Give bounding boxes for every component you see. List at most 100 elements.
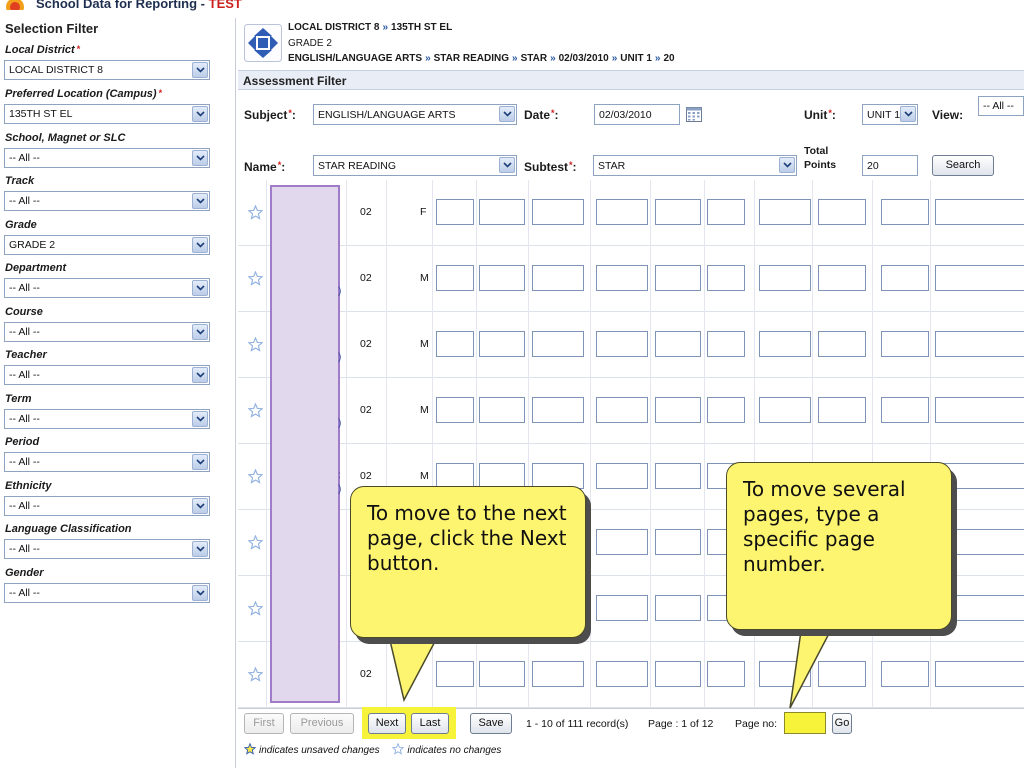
- score-input[interactable]: [436, 397, 474, 423]
- go-button[interactable]: Go: [832, 713, 852, 734]
- filter-select-2[interactable]: -- All --: [4, 148, 210, 168]
- dropdown-arrow-icon[interactable]: [192, 411, 208, 427]
- filter-select-1[interactable]: 135TH ST EL: [4, 104, 210, 124]
- student-name-fragment[interactable]: ): [338, 484, 341, 495]
- score-input[interactable]: [881, 661, 929, 687]
- score-input[interactable]: [655, 331, 701, 357]
- score-input[interactable]: [935, 661, 1024, 687]
- filter-select-11[interactable]: -- All --: [4, 539, 210, 559]
- navigation-arrows-icon[interactable]: [244, 24, 282, 62]
- filter-select-7[interactable]: -- All --: [4, 365, 210, 385]
- score-input[interactable]: [707, 331, 745, 357]
- score-input[interactable]: [532, 331, 584, 357]
- next-page-button[interactable]: Next: [368, 713, 406, 734]
- score-input[interactable]: [818, 199, 866, 225]
- date-input[interactable]: 02/03/2010: [594, 104, 680, 125]
- student-name-fragment[interactable]: ): [338, 352, 341, 363]
- score-input[interactable]: [436, 331, 474, 357]
- score-input[interactable]: [707, 397, 745, 423]
- score-input[interactable]: [596, 529, 648, 555]
- score-input[interactable]: [818, 331, 866, 357]
- score-input[interactable]: [759, 265, 811, 291]
- score-input[interactable]: [532, 265, 584, 291]
- filter-select-5[interactable]: -- All --: [4, 278, 210, 298]
- dropdown-arrow-icon[interactable]: [900, 106, 916, 122]
- dropdown-arrow-icon[interactable]: [192, 193, 208, 209]
- last-page-button[interactable]: Last: [411, 713, 449, 734]
- name-select[interactable]: STAR READING: [313, 155, 517, 176]
- score-input[interactable]: [596, 661, 648, 687]
- score-input[interactable]: [759, 397, 811, 423]
- score-input[interactable]: [818, 265, 866, 291]
- student-name-fragment[interactable]: :: [338, 470, 341, 481]
- score-input[interactable]: [479, 331, 525, 357]
- student-name-fragment[interactable]: ): [338, 418, 341, 429]
- score-input[interactable]: [655, 265, 701, 291]
- dropdown-arrow-icon[interactable]: [192, 62, 208, 78]
- score-input[interactable]: [479, 199, 525, 225]
- calendar-icon[interactable]: [686, 106, 702, 122]
- score-input[interactable]: [881, 397, 929, 423]
- subject-select[interactable]: ENGLISH/LANGUAGE ARTS: [313, 104, 517, 125]
- first-page-button[interactable]: First: [244, 713, 284, 734]
- score-input[interactable]: [935, 199, 1024, 225]
- dropdown-arrow-icon[interactable]: [192, 541, 208, 557]
- filter-select-10[interactable]: -- All --: [4, 496, 210, 516]
- dropdown-arrow-icon[interactable]: [192, 454, 208, 470]
- total-points-input[interactable]: 20: [862, 155, 918, 176]
- score-input[interactable]: [532, 199, 584, 225]
- filter-select-12[interactable]: -- All --: [4, 583, 210, 603]
- score-input[interactable]: [436, 265, 474, 291]
- score-input[interactable]: [655, 397, 701, 423]
- score-input[interactable]: [596, 595, 648, 621]
- score-input[interactable]: [479, 397, 525, 423]
- score-input[interactable]: [532, 661, 584, 687]
- dropdown-arrow-icon[interactable]: [192, 150, 208, 166]
- score-input[interactable]: [596, 331, 648, 357]
- unit-select[interactable]: UNIT 1: [862, 104, 918, 125]
- score-input[interactable]: [935, 331, 1024, 357]
- page-number-input[interactable]: [784, 712, 826, 734]
- score-input[interactable]: [479, 265, 525, 291]
- student-name-fragment[interactable]: ): [338, 286, 341, 297]
- filter-select-6[interactable]: -- All --: [4, 322, 210, 342]
- filter-select-4[interactable]: GRADE 2: [4, 235, 210, 255]
- dropdown-arrow-icon[interactable]: [499, 106, 515, 122]
- dropdown-arrow-icon[interactable]: [499, 157, 515, 173]
- score-input[interactable]: [935, 265, 1024, 291]
- subtest-select[interactable]: STAR: [593, 155, 797, 176]
- dropdown-arrow-icon[interactable]: [192, 498, 208, 514]
- score-input[interactable]: [532, 397, 584, 423]
- score-input[interactable]: [596, 397, 648, 423]
- score-input[interactable]: [655, 529, 701, 555]
- score-input[interactable]: [655, 199, 701, 225]
- score-input[interactable]: [759, 199, 811, 225]
- score-input[interactable]: [881, 331, 929, 357]
- score-input[interactable]: [935, 397, 1024, 423]
- score-input[interactable]: [818, 397, 866, 423]
- dropdown-arrow-icon[interactable]: [192, 280, 208, 296]
- filter-select-0[interactable]: LOCAL DISTRICT 8: [4, 60, 210, 80]
- dropdown-arrow-icon[interactable]: [192, 367, 208, 383]
- view-select[interactable]: -- All --: [978, 96, 1024, 116]
- filter-select-9[interactable]: -- All --: [4, 452, 210, 472]
- dropdown-arrow-icon[interactable]: [192, 324, 208, 340]
- score-input[interactable]: [596, 463, 648, 489]
- score-input[interactable]: [479, 661, 525, 687]
- score-input[interactable]: [596, 265, 648, 291]
- score-input[interactable]: [881, 199, 929, 225]
- score-input[interactable]: [759, 331, 811, 357]
- filter-select-3[interactable]: -- All --: [4, 191, 210, 211]
- score-input[interactable]: [655, 661, 701, 687]
- score-input[interactable]: [707, 661, 745, 687]
- dropdown-arrow-icon[interactable]: [192, 585, 208, 601]
- score-input[interactable]: [707, 265, 745, 291]
- filter-select-8[interactable]: -- All --: [4, 409, 210, 429]
- score-input[interactable]: [707, 199, 745, 225]
- previous-page-button[interactable]: Previous: [290, 713, 354, 734]
- score-input[interactable]: [881, 265, 929, 291]
- score-input[interactable]: [655, 595, 701, 621]
- score-input[interactable]: [596, 199, 648, 225]
- score-input[interactable]: [436, 199, 474, 225]
- dropdown-arrow-icon[interactable]: [779, 157, 795, 173]
